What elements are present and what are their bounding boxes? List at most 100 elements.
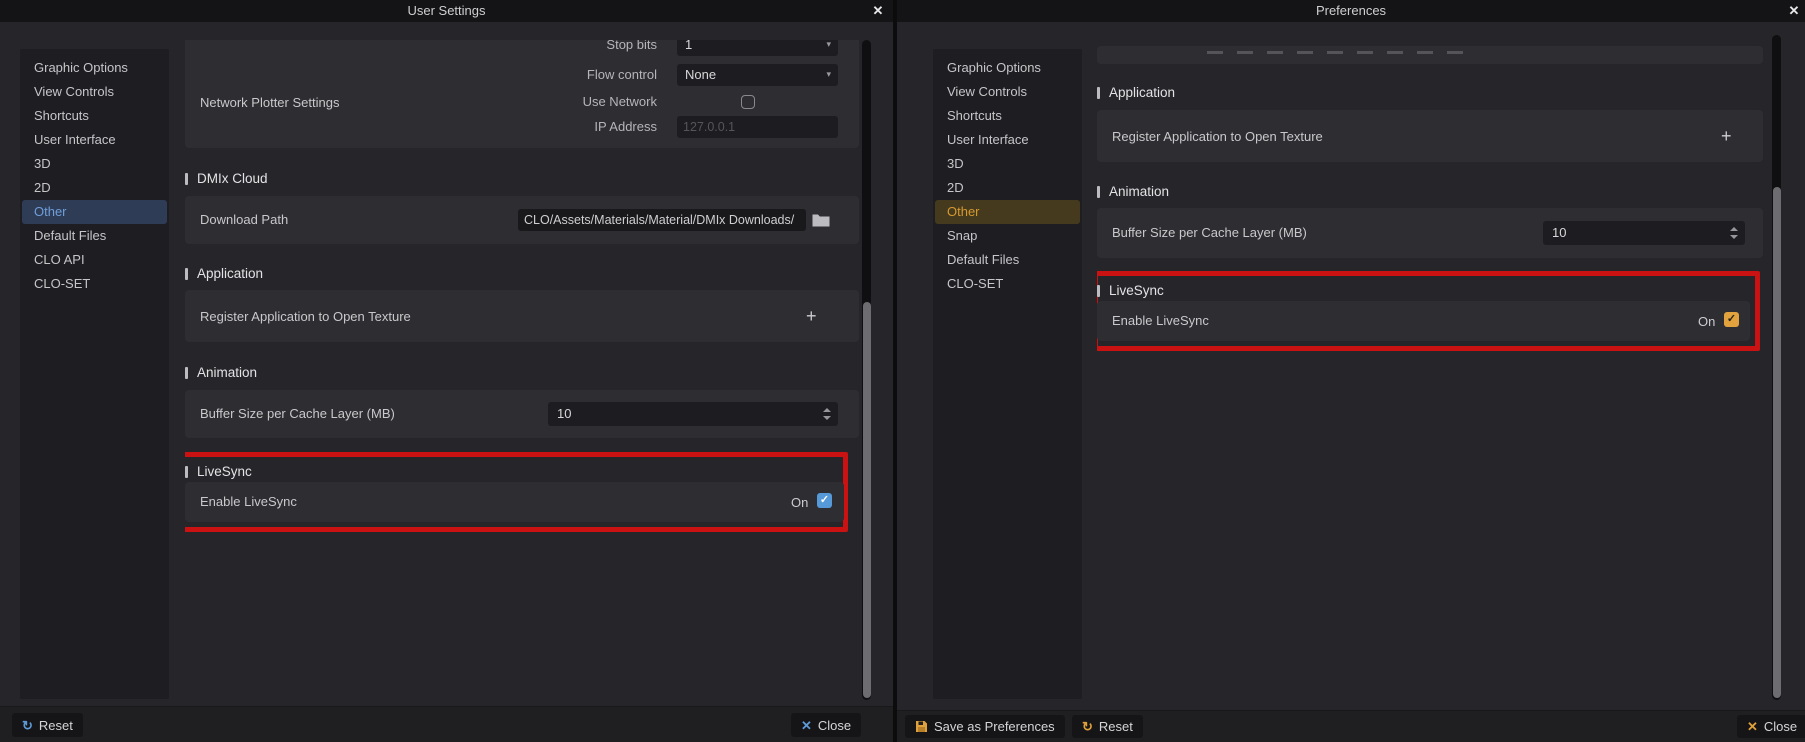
settings-sidebar: Graphic Options View Controls Shortcuts … [20, 49, 169, 699]
sidebar-item-graphic-options[interactable]: Graphic Options [22, 56, 167, 80]
titlebar[interactable]: Preferences ✕ [897, 0, 1805, 22]
dialog-footer: ↻ Reset ✕ Close [0, 706, 893, 742]
section-bar-icon [185, 367, 188, 379]
buffer-size-value: 10 [1552, 225, 1567, 240]
section-bar-icon [1097, 285, 1100, 297]
sidebar-item-clo-api[interactable]: CLO API [22, 248, 167, 272]
folder-icon [812, 214, 830, 227]
section-bar-icon [1097, 186, 1100, 198]
section-bar-icon [1097, 87, 1100, 99]
network-plotter-label: Network Plotter Settings [200, 95, 340, 110]
reset-button[interactable]: ↻ Reset [1072, 715, 1143, 738]
sidebar-item-view-controls[interactable]: View Controls [22, 80, 167, 104]
dialog-panel: Graphic Options View Controls Shortcuts … [897, 22, 1805, 742]
section-title: LiveSync [197, 464, 252, 479]
ip-address-input[interactable]: 127.0.0.1 [677, 116, 838, 138]
ip-address-label: IP Address [594, 119, 657, 134]
sidebar-item-3d[interactable]: 3D [935, 152, 1080, 176]
use-network-checkbox[interactable] [741, 95, 755, 109]
reset-button-label: Reset [38, 717, 73, 733]
save-as-preferences-button[interactable]: Save as Preferences [905, 715, 1065, 738]
titlebar[interactable]: User Settings ✕ [0, 0, 893, 22]
section-livesync: LiveSync [185, 463, 485, 481]
sidebar-item-user-interface[interactable]: User Interface [935, 128, 1080, 152]
section-bar-icon [185, 268, 188, 280]
section-bar-icon [185, 466, 188, 478]
section-dmix-cloud: DMIx Cloud [185, 170, 485, 188]
reset-button-label: Reset [1098, 719, 1133, 734]
flow-control-value: None [685, 67, 717, 82]
buffer-size-stepper[interactable]: 10 [1543, 221, 1745, 245]
buffer-size-value: 10 [557, 406, 572, 421]
section-title: Application [1109, 85, 1176, 100]
register-application-label: Register Application to Open Texture [1112, 129, 1323, 144]
add-application-button[interactable]: + [1721, 126, 1732, 147]
reset-icon: ↻ [1082, 719, 1093, 734]
download-path-label: Download Path [200, 212, 289, 227]
scrollbar-thumb[interactable] [1772, 187, 1781, 698]
flow-control-dropdown[interactable]: None ▾ [677, 64, 838, 86]
clipped-row-text [1207, 51, 1477, 54]
buffer-size-stepper[interactable]: 10 [548, 402, 838, 426]
flow-control-label: Flow control [586, 67, 657, 82]
user-settings-dialog: User Settings ✕ Graphic Options View Con… [0, 0, 893, 742]
save-button-label: Save as Preferences [934, 719, 1055, 734]
stepper-arrows-icon[interactable] [822, 402, 832, 426]
sidebar-item-shortcuts[interactable]: Shortcuts [22, 104, 167, 128]
sidebar-item-graphic-options[interactable]: Graphic Options [935, 56, 1080, 80]
section-bar-icon [185, 173, 188, 185]
buffer-size-label: Buffer Size per Cache Layer (MB) [200, 406, 395, 421]
content-scrollbar[interactable] [1772, 35, 1781, 700]
sidebar-item-3d[interactable]: 3D [22, 152, 167, 176]
enable-livesync-label: Enable LiveSync [1112, 313, 1209, 328]
sidebar-item-default-files[interactable]: Default Files [935, 248, 1080, 272]
close-button[interactable]: ✕ Close [1737, 715, 1805, 738]
settings-content: Application Register Application to Open… [1097, 40, 1763, 700]
sidebar-item-default-files[interactable]: Default Files [22, 224, 167, 248]
chevron-down-icon: ▾ [826, 40, 831, 49]
dialog-panel: Graphic Options View Controls Shortcuts … [0, 22, 893, 742]
sidebar-item-snap[interactable]: Snap [935, 224, 1080, 248]
close-icon[interactable]: ✕ [1783, 0, 1805, 22]
section-title: Application [197, 266, 264, 281]
stop-bits-dropdown[interactable]: 1 ▾ [677, 40, 838, 56]
dialog-title: User Settings [407, 3, 486, 18]
stop-bits-value: 1 [685, 40, 693, 52]
reset-button[interactable]: ↻ Reset [12, 713, 83, 737]
section-title: Animation [1109, 184, 1170, 199]
close-button-label: Close [1763, 719, 1798, 734]
section-application: Application [1097, 84, 1397, 102]
sidebar-item-2d[interactable]: 2D [22, 176, 167, 200]
preferences-dialog: Preferences ✕ Graphic Options View Contr… [897, 0, 1805, 742]
stop-bits-label: Stop bits [606, 40, 657, 52]
save-icon [916, 721, 927, 732]
livesync-state-label: On [791, 495, 809, 510]
stepper-arrows-icon[interactable] [1729, 221, 1739, 245]
dialog-title: Preferences [1315, 3, 1387, 18]
browse-folder-button[interactable] [809, 210, 833, 230]
add-application-button[interactable]: + [806, 306, 817, 327]
livesync-state-label: On [1698, 314, 1716, 329]
section-application: Application [185, 265, 485, 283]
sidebar-item-user-interface[interactable]: User Interface [22, 128, 167, 152]
sidebar-item-other-selected[interactable]: Other [22, 200, 167, 224]
sidebar-item-shortcuts[interactable]: Shortcuts [935, 104, 1080, 128]
content-scrollbar[interactable] [862, 40, 871, 700]
enable-livesync-checkbox[interactable]: ✓ [817, 493, 832, 508]
enable-livesync-checkbox[interactable]: ✓ [1724, 312, 1739, 327]
close-icon[interactable]: ✕ [867, 0, 889, 22]
sidebar-item-view-controls[interactable]: View Controls [935, 80, 1080, 104]
sidebar-item-2d[interactable]: 2D [935, 176, 1080, 200]
reset-icon: ↻ [22, 717, 33, 733]
sidebar-item-clo-set[interactable]: CLO-SET [22, 272, 167, 296]
section-animation: Animation [1097, 183, 1397, 201]
section-animation: Animation [185, 364, 485, 382]
close-button-label: Close [817, 717, 852, 733]
download-path-input[interactable]: CLO/Assets/Materials/Material/DMIx Downl… [518, 209, 806, 231]
section-livesync: LiveSync [1097, 282, 1397, 300]
close-button[interactable]: ✕ Close [791, 713, 862, 737]
sidebar-item-clo-set[interactable]: CLO-SET [935, 272, 1080, 296]
sidebar-item-other-selected[interactable]: Other [935, 200, 1080, 224]
section-title: DMIx Cloud [197, 171, 268, 186]
scrollbar-thumb[interactable] [862, 302, 871, 698]
